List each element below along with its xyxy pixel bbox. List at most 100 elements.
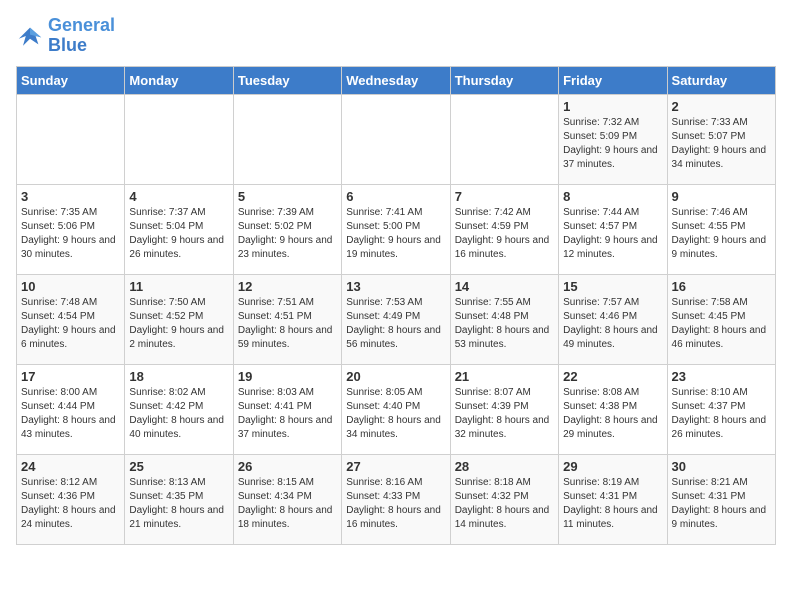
day-cell: 4Sunrise: 7:37 AM Sunset: 5:04 PM Daylig… (125, 184, 233, 274)
day-cell: 15 Sunrise: 7:57 AM Sunset: 4:46 PM Dayli… (559, 274, 667, 364)
weekday-header-sunday: Sunday (17, 66, 125, 94)
day-number: 20 (346, 369, 445, 384)
week-row-3: 10 Sunrise: 7:48 AM Sunset: 4:54 PM Dayli… (17, 274, 776, 364)
day-number: 14 (455, 279, 554, 294)
weekday-header-wednesday: Wednesday (342, 66, 450, 94)
day-number: 8 (563, 189, 662, 204)
day-info: Sunrise: 7:53 AM Sunset: 4:49 PM Dayligh… (346, 296, 445, 352)
calendar-table: SundayMondayTuesdayWednesdayThursdayFrid… (16, 66, 776, 545)
weekday-header-row: SundayMondayTuesdayWednesdayThursdayFrid… (17, 66, 776, 94)
day-cell: 21 Sunrise: 8:07 AM Sunset: 4:39 PM Dayli… (450, 364, 558, 454)
day-cell (125, 94, 233, 184)
day-number: 28 (455, 459, 554, 474)
week-row-1: 1 Sunrise: 7:32 AM Sunset: 5:09 PM Daylig… (17, 94, 776, 184)
day-number: 16 (672, 279, 771, 294)
weekday-header-tuesday: Tuesday (233, 66, 341, 94)
day-info: Sunrise: 8:03 AM Sunset: 4:41 PM Dayligh… (238, 386, 337, 442)
weekday-header-friday: Friday (559, 66, 667, 94)
day-cell: 30Sunrise: 8:21 AM Sunset: 4:31 PM Dayli… (667, 454, 775, 544)
day-cell: 29 Sunrise: 8:19 AM Sunset: 4:31 PM Dayli… (559, 454, 667, 544)
day-number: 27 (346, 459, 445, 474)
day-info: Sunrise: 8:13 AM Sunset: 4:35 PM Dayligh… (129, 476, 228, 532)
day-info: Sunrise: 7:50 AM Sunset: 4:52 PM Dayligh… (129, 296, 228, 352)
day-number: 10 (21, 279, 120, 294)
day-number: 15 (563, 279, 662, 294)
day-info: Sunrise: 7:33 AM Sunset: 5:07 PM Dayligh… (672, 116, 771, 172)
day-number: 24 (21, 459, 120, 474)
day-cell: 7 Sunrise: 7:42 AM Sunset: 4:59 PM Daylig… (450, 184, 558, 274)
day-cell: 23 Sunrise: 8:10 AM Sunset: 4:37 PM Dayli… (667, 364, 775, 454)
day-cell: 27 Sunrise: 8:16 AM Sunset: 4:33 PM Dayli… (342, 454, 450, 544)
day-cell: 11 Sunrise: 7:50 AM Sunset: 4:52 PM Dayli… (125, 274, 233, 364)
day-info: Sunrise: 8:19 AM Sunset: 4:31 PM Dayligh… (563, 476, 662, 532)
day-number: 4 (129, 189, 228, 204)
day-number: 25 (129, 459, 228, 474)
day-info: Sunrise: 8:18 AM Sunset: 4:32 PM Dayligh… (455, 476, 554, 532)
day-number: 18 (129, 369, 228, 384)
day-info: Sunrise: 8:00 AM Sunset: 4:44 PM Dayligh… (21, 386, 120, 442)
day-cell: 2 Sunrise: 7:33 AM Sunset: 5:07 PM Daylig… (667, 94, 775, 184)
day-info: Sunrise: 8:12 AM Sunset: 4:36 PM Dayligh… (21, 476, 120, 532)
day-info: Sunrise: 7:57 AM Sunset: 4:46 PM Dayligh… (563, 296, 662, 352)
day-cell: 18Sunrise: 8:02 AM Sunset: 4:42 PM Dayli… (125, 364, 233, 454)
day-info: Sunrise: 7:44 AM Sunset: 4:57 PM Dayligh… (563, 206, 662, 262)
day-cell: 13 Sunrise: 7:53 AM Sunset: 4:49 PM Dayli… (342, 274, 450, 364)
day-number: 13 (346, 279, 445, 294)
day-cell (450, 94, 558, 184)
day-info: Sunrise: 8:05 AM Sunset: 4:40 PM Dayligh… (346, 386, 445, 442)
day-cell: 19Sunrise: 8:03 AM Sunset: 4:41 PM Dayli… (233, 364, 341, 454)
day-number: 2 (672, 99, 771, 114)
day-info: Sunrise: 8:10 AM Sunset: 4:37 PM Dayligh… (672, 386, 771, 442)
day-number: 1 (563, 99, 662, 114)
day-info: Sunrise: 7:39 AM Sunset: 5:02 PM Dayligh… (238, 206, 337, 262)
day-cell: 6 Sunrise: 7:41 AM Sunset: 5:00 PM Daylig… (342, 184, 450, 274)
logo: General Blue (16, 16, 115, 56)
logo-text: General Blue (48, 16, 115, 56)
day-info: Sunrise: 8:15 AM Sunset: 4:34 PM Dayligh… (238, 476, 337, 532)
day-info: Sunrise: 7:42 AM Sunset: 4:59 PM Dayligh… (455, 206, 554, 262)
day-cell: 22 Sunrise: 8:08 AM Sunset: 4:38 PM Dayli… (559, 364, 667, 454)
day-info: Sunrise: 7:32 AM Sunset: 5:09 PM Dayligh… (563, 116, 662, 172)
day-number: 17 (21, 369, 120, 384)
day-info: Sunrise: 7:46 AM Sunset: 4:55 PM Dayligh… (672, 206, 771, 262)
day-cell: 5 Sunrise: 7:39 AM Sunset: 5:02 PM Daylig… (233, 184, 341, 274)
day-number: 22 (563, 369, 662, 384)
day-cell: 24 Sunrise: 8:12 AM Sunset: 4:36 PM Dayli… (17, 454, 125, 544)
day-cell: 3Sunrise: 7:35 AM Sunset: 5:06 PM Daylig… (17, 184, 125, 274)
day-info: Sunrise: 7:35 AM Sunset: 5:06 PM Dayligh… (21, 206, 120, 262)
day-cell: 20 Sunrise: 8:05 AM Sunset: 4:40 PM Dayli… (342, 364, 450, 454)
day-cell (233, 94, 341, 184)
day-cell: 1 Sunrise: 7:32 AM Sunset: 5:09 PM Daylig… (559, 94, 667, 184)
header: General Blue (16, 16, 776, 56)
day-cell: 10 Sunrise: 7:48 AM Sunset: 4:54 PM Dayli… (17, 274, 125, 364)
day-number: 21 (455, 369, 554, 384)
day-info: Sunrise: 7:48 AM Sunset: 4:54 PM Dayligh… (21, 296, 120, 352)
day-info: Sunrise: 7:55 AM Sunset: 4:48 PM Dayligh… (455, 296, 554, 352)
day-cell: 14 Sunrise: 7:55 AM Sunset: 4:48 PM Dayli… (450, 274, 558, 364)
day-info: Sunrise: 8:08 AM Sunset: 4:38 PM Dayligh… (563, 386, 662, 442)
day-number: 29 (563, 459, 662, 474)
day-number: 26 (238, 459, 337, 474)
weekday-header-saturday: Saturday (667, 66, 775, 94)
day-info: Sunrise: 7:41 AM Sunset: 5:00 PM Dayligh… (346, 206, 445, 262)
day-info: Sunrise: 8:16 AM Sunset: 4:33 PM Dayligh… (346, 476, 445, 532)
day-info: Sunrise: 7:51 AM Sunset: 4:51 PM Dayligh… (238, 296, 337, 352)
day-cell (342, 94, 450, 184)
day-number: 7 (455, 189, 554, 204)
week-row-5: 24 Sunrise: 8:12 AM Sunset: 4:36 PM Dayli… (17, 454, 776, 544)
day-number: 30 (672, 459, 771, 474)
day-cell: 28 Sunrise: 8:18 AM Sunset: 4:32 PM Dayli… (450, 454, 558, 544)
day-number: 6 (346, 189, 445, 204)
day-cell (17, 94, 125, 184)
day-cell: 17 Sunrise: 8:00 AM Sunset: 4:44 PM Dayli… (17, 364, 125, 454)
weekday-header-monday: Monday (125, 66, 233, 94)
day-info: Sunrise: 7:58 AM Sunset: 4:45 PM Dayligh… (672, 296, 771, 352)
day-number: 11 (129, 279, 228, 294)
day-cell: 9Sunrise: 7:46 AM Sunset: 4:55 PM Daylig… (667, 184, 775, 274)
week-row-2: 3Sunrise: 7:35 AM Sunset: 5:06 PM Daylig… (17, 184, 776, 274)
day-number: 5 (238, 189, 337, 204)
day-number: 23 (672, 369, 771, 384)
day-number: 12 (238, 279, 337, 294)
day-info: Sunrise: 8:07 AM Sunset: 4:39 PM Dayligh… (455, 386, 554, 442)
day-cell: 16 Sunrise: 7:58 AM Sunset: 4:45 PM Dayli… (667, 274, 775, 364)
